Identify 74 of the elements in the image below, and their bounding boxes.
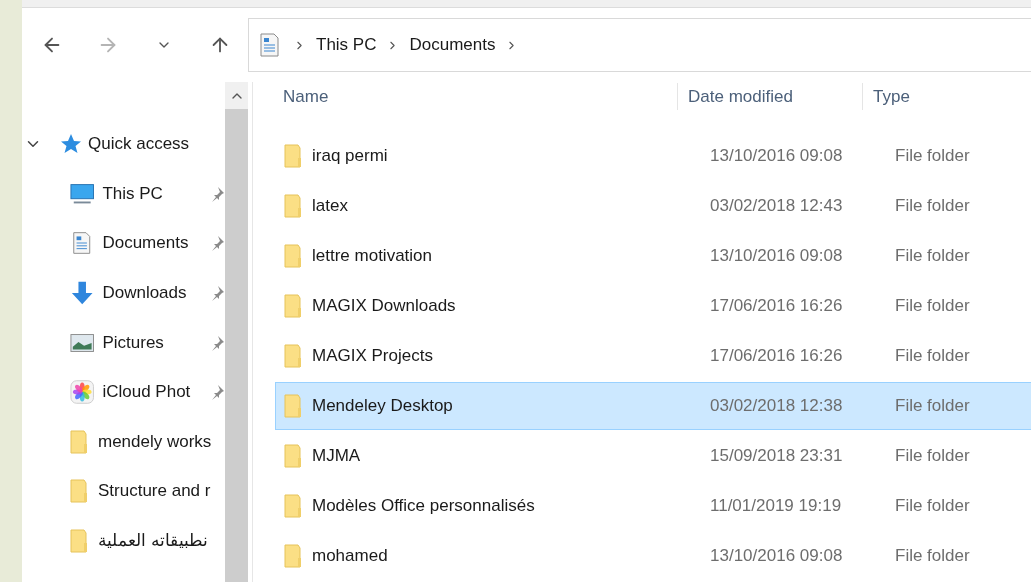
folder-icon — [70, 479, 90, 504]
file-row[interactable]: Mendeley Desktop 03/02/2018 12:38 File folder — [275, 382, 1031, 430]
file-row[interactable]: lettre motivation 13/10/2016 09:08 File folder — [275, 232, 1031, 280]
pin-icon[interactable] — [209, 384, 225, 401]
file-type: File folder — [894, 446, 971, 466]
folder-icon — [284, 494, 304, 518]
pin-icon[interactable] — [209, 185, 225, 202]
file-name: Mendeley Desktop — [312, 396, 453, 416]
file-name: Modèles Office personnalisés — [312, 496, 535, 516]
breadcrumb-item[interactable]: This PC — [316, 35, 377, 55]
folder-icon — [284, 194, 304, 218]
folder-icon — [284, 544, 304, 568]
monitor-icon — [70, 182, 95, 205]
file-row[interactable]: MAGIX Projects 17/06/2016 16:26 File folder — [275, 332, 1031, 380]
file-row[interactable]: MAGIX Downloads 17/06/2016 16:26 File folder — [275, 282, 1031, 330]
flower-icon — [70, 379, 95, 406]
navigation-item[interactable]: This PC — [22, 169, 225, 219]
file-row[interactable]: mohamed 13/10/2016 09:08 File folder — [275, 532, 1031, 580]
file-name: lettre motivation — [312, 246, 432, 266]
navigation-item[interactable]: Documents — [22, 218, 225, 269]
folder-icon — [284, 244, 304, 268]
navigation-item[interactable]: Downloads — [22, 268, 225, 318]
date-modified: 13/10/2016 09:08 — [709, 246, 844, 266]
download-arrow-icon — [70, 280, 95, 306]
navigation-item[interactable]: iCloud Phot — [22, 367, 225, 417]
column-header[interactable]: Type — [862, 83, 1031, 110]
folder-icon — [284, 144, 304, 168]
folder-icon — [284, 444, 304, 468]
file-type: File folder — [894, 146, 971, 166]
breadcrumb-item[interactable]: Documents — [409, 35, 496, 55]
file-type: File folder — [894, 496, 971, 516]
date-modified: 17/06/2016 16:26 — [709, 346, 844, 366]
date-modified: 13/10/2016 09:08 — [709, 146, 844, 166]
folder-icon — [284, 344, 304, 368]
file-name: MJMA — [312, 446, 361, 466]
date-modified: 17/06/2016 16:26 — [709, 296, 844, 316]
file-type: File folder — [894, 346, 971, 366]
file-type: File folder — [894, 396, 971, 416]
date-modified: 11/01/2019 19:19 — [709, 496, 843, 516]
date-modified: 03/02/2018 12:43 — [709, 196, 844, 216]
file-type: File folder — [894, 546, 971, 566]
date-modified: 13/10/2016 09:08 — [709, 546, 844, 566]
column-header[interactable]: Date modified — [677, 83, 862, 110]
pin-icon[interactable] — [209, 235, 225, 252]
picture-icon — [70, 332, 95, 353]
navigation-item[interactable]: نطبيقاته العملية — [22, 516, 225, 566]
quick-access-item[interactable]: Quick access — [22, 119, 225, 169]
folder-icon — [284, 294, 304, 318]
file-row[interactable]: MJMA 15/09/2018 23:31 File folder — [275, 432, 1031, 480]
file-row[interactable]: iraq permi 13/10/2016 09:08 File folder — [275, 132, 1031, 180]
pin-icon[interactable] — [209, 285, 225, 301]
file-type: File folder — [894, 196, 971, 216]
address-bar[interactable]: This PC Documents — [248, 18, 1031, 72]
file-type: File folder — [894, 246, 971, 266]
scrollbar[interactable] — [225, 82, 248, 582]
column-header[interactable]: Name — [253, 83, 677, 110]
navigation-item[interactable]: mendely works — [22, 416, 225, 467]
date-modified: 15/09/2018 23:31 — [709, 446, 844, 466]
date-modified: 03/02/2018 12:38 — [709, 396, 844, 416]
file-name: MAGIX Downloads — [312, 296, 456, 316]
file-row[interactable]: latex 03/02/2018 12:43 File folder — [275, 182, 1031, 230]
folder-icon — [284, 394, 304, 418]
file-name: latex — [312, 196, 348, 216]
folder-icon — [70, 429, 90, 454]
file-name: MAGIX Projects — [312, 346, 433, 366]
star-icon — [60, 133, 82, 155]
navigation-item[interactable]: Pictures — [22, 317, 225, 368]
file-row[interactable]: Modèles Office personnalisés 11/01/2019 19:19 File folder — [275, 482, 1031, 530]
file-name: mohamed — [312, 546, 388, 566]
file-name: iraq permi — [312, 146, 388, 166]
file-type: File folder — [894, 296, 971, 316]
pin-icon[interactable] — [209, 334, 225, 351]
folder-icon — [70, 528, 90, 553]
navigation-item[interactable]: Structure and r — [22, 466, 225, 517]
